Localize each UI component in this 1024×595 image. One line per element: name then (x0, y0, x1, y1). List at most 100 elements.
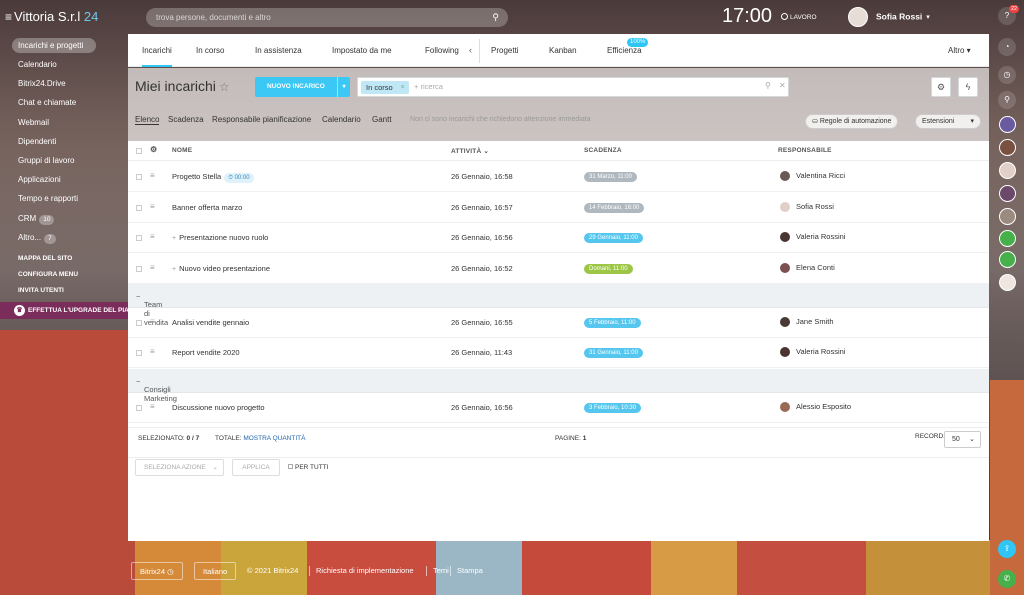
row-checkbox[interactable] (136, 320, 142, 326)
responsible-cell[interactable]: Alessio Esposito (780, 402, 851, 413)
share-icon[interactable]: ⇪ (998, 540, 1016, 558)
table-row[interactable]: ≡ Progetto Stella ⏱ 00:00 26 Gennaio, 16:58… (128, 162, 989, 192)
deadline-badge[interactable]: Domani, 11:00 (584, 264, 633, 274)
row-checkbox[interactable] (136, 235, 142, 241)
view-planner[interactable]: Responsabile pianificazione (212, 115, 311, 124)
contact-avatar[interactable] (999, 139, 1016, 156)
filter-chip[interactable]: In corso × (361, 81, 409, 94)
language-button[interactable]: Italiano (194, 562, 237, 580)
task-name[interactable]: Nuovo video presentazione (179, 264, 270, 273)
sidebar-item[interactable]: Bitrix24.Drive (0, 74, 128, 93)
search-icon[interactable]: ⚲ (998, 91, 1016, 109)
row-checkbox[interactable] (136, 405, 142, 411)
action-select[interactable]: SELEZIONA AZIONE ⌄ (135, 459, 224, 476)
search-icon[interactable]: ⚲ (492, 8, 499, 27)
global-search-input[interactable]: trova persone, documenti e altro ⚲ (146, 8, 508, 27)
responsible-cell[interactable]: Valeria Rossini (780, 347, 845, 358)
row-checkbox[interactable] (136, 174, 142, 180)
responsible-cell[interactable]: Valeria Rossini (780, 232, 845, 243)
group-header[interactable]: − Team di vendita (128, 284, 989, 327)
contact-avatar[interactable] (999, 230, 1016, 247)
tab-kanban[interactable]: Kanban (549, 34, 577, 67)
table-row[interactable]: ≡ Report vendite 2020 26 Gennaio, 11:43 31 … (128, 338, 989, 368)
column-deadline[interactable]: SCADENZA (584, 147, 622, 154)
search-icon[interactable]: ⚲ (765, 81, 771, 90)
view-gantt[interactable]: Gantt (372, 115, 392, 124)
print-link[interactable]: Stampa (457, 562, 483, 580)
sidebar-item[interactable]: CRM 10 (0, 209, 128, 228)
drag-handle-icon[interactable]: ≡ (150, 232, 155, 241)
drag-handle-icon[interactable]: ≡ (150, 202, 155, 211)
sidebar-item[interactable]: Tempo e rapporti (0, 189, 128, 208)
responsible-cell[interactable]: Sofia Rossi (780, 202, 834, 213)
extensions-button[interactable]: Estensioni ▾ (915, 114, 981, 129)
contact-avatar[interactable] (999, 185, 1016, 202)
table-row[interactable]: ≡ + Nuovo video presentazione 26 Gennaio, 1… (128, 254, 989, 284)
row-checkbox[interactable] (136, 266, 142, 272)
automation-button[interactable]: ⛀ Regole di automazione (805, 114, 899, 129)
sidebar-link[interactable]: CONFIGURA MENU (0, 267, 128, 283)
deadline-badge[interactable]: 14 Febbraio, 16:00 (584, 203, 645, 213)
tab-following[interactable]: Following (425, 34, 459, 67)
table-row[interactable]: ≡ Banner offerta marzo 26 Gennaio, 16:57 14… (128, 193, 989, 223)
contact-avatar[interactable] (999, 208, 1016, 225)
deadline-badge[interactable]: 5 Febbraio, 11:00 (584, 318, 641, 328)
implementation-link[interactable]: Richiesta di implementazione (316, 562, 414, 580)
column-activity[interactable]: ATTIVITÀ ⌄ (451, 147, 489, 155)
tab-altro[interactable]: Altro ▾ (948, 34, 971, 67)
lightning-icon[interactable]: ϟ (958, 77, 978, 97)
task-name[interactable]: Report vendite 2020 (172, 348, 240, 357)
contact-avatar[interactable] (999, 162, 1016, 179)
records-select[interactable]: 50 ⌄ (944, 431, 981, 448)
tab-impostato-da-me[interactable]: Impostato da me (332, 34, 392, 67)
table-row[interactable]: ≡ Analisi vendite gennaio 26 Gennaio, 16:5… (128, 308, 989, 338)
sidebar-item[interactable]: Altro... 7 (0, 228, 128, 247)
column-responsible[interactable]: RESPONSABILE (778, 147, 832, 154)
close-icon[interactable]: × (401, 81, 405, 94)
drag-handle-icon[interactable]: ≡ (150, 263, 155, 272)
star-icon[interactable]: ☆ (219, 80, 230, 94)
brand-button[interactable]: Bitrix24 ◷ (131, 562, 183, 580)
group-header[interactable]: − Consigli Marketing (128, 369, 989, 403)
expand-icon[interactable]: + (172, 235, 176, 242)
for-all-toggle[interactable]: PER TUTTI (288, 464, 328, 471)
bell-icon[interactable]: ◔ (998, 38, 1016, 56)
sidebar-item[interactable]: Dipendenti (0, 132, 128, 151)
show-count-link[interactable]: MOSTRA QUANTITÀ (243, 435, 305, 442)
sidebar-item[interactable]: Incarichi e progetti (12, 38, 96, 53)
upgrade-button[interactable]: ♛ EFFETTUA L'UPGRADE DEL PIANO (0, 301, 128, 319)
deadline-badge[interactable]: 3 Febbraio, 10:30 (584, 403, 642, 413)
column-name[interactable]: NOME (172, 147, 192, 154)
responsible-cell[interactable]: Valentina Ricci (780, 171, 845, 182)
filter-input[interactable]: In corso × + ricerca ⚲ ✕ (357, 77, 789, 97)
responsible-cell[interactable]: Jane Smith (780, 317, 834, 328)
task-name[interactable]: Progetto Stella (172, 172, 221, 181)
contact-avatar[interactable] (999, 116, 1016, 133)
menu-icon[interactable]: ≡ (5, 10, 12, 24)
expand-icon[interactable]: + (172, 266, 176, 273)
task-name[interactable]: Banner offerta marzo (172, 203, 242, 212)
row-checkbox[interactable] (136, 205, 142, 211)
tab-progetti[interactable]: Progetti (491, 34, 519, 67)
sidebar-item[interactable]: Calendario (0, 55, 128, 74)
row-checkbox[interactable] (136, 350, 142, 356)
apply-button[interactable]: APPLICA (232, 459, 280, 476)
logo[interactable]: ≡ Vittoria S.r.l 24 (5, 9, 98, 24)
task-name[interactable]: Analisi vendite gennaio (172, 318, 249, 327)
user-menu[interactable]: Sofia Rossi ▾ (848, 7, 930, 27)
task-name[interactable]: Discussione nuovo progetto (172, 403, 265, 412)
deadline-badge[interactable]: 31 Marzo, 11:00 (584, 172, 637, 182)
view-deadline[interactable]: Scadenza (168, 115, 204, 124)
drag-handle-icon[interactable]: ≡ (150, 171, 155, 180)
chevron-down-icon[interactable]: ▾ (337, 77, 350, 97)
drag-handle-icon[interactable]: ≡ (150, 317, 155, 326)
task-name[interactable]: Presentazione nuovo ruolo (179, 233, 268, 242)
new-task-button[interactable]: NUOVO INCARICO ▾ (255, 77, 350, 97)
phone-icon[interactable]: ✆ (998, 570, 1016, 588)
tab-in-corso[interactable]: In corso (196, 34, 224, 67)
contact-avatar[interactable] (999, 251, 1016, 268)
for-all-checkbox[interactable] (288, 464, 293, 469)
deadline-badge[interactable]: 31 Gennaio, 11:00 (584, 348, 643, 358)
sidebar-item[interactable]: Applicazioni (0, 170, 128, 189)
sidebar-item[interactable]: Gruppi di lavoro (0, 151, 128, 170)
